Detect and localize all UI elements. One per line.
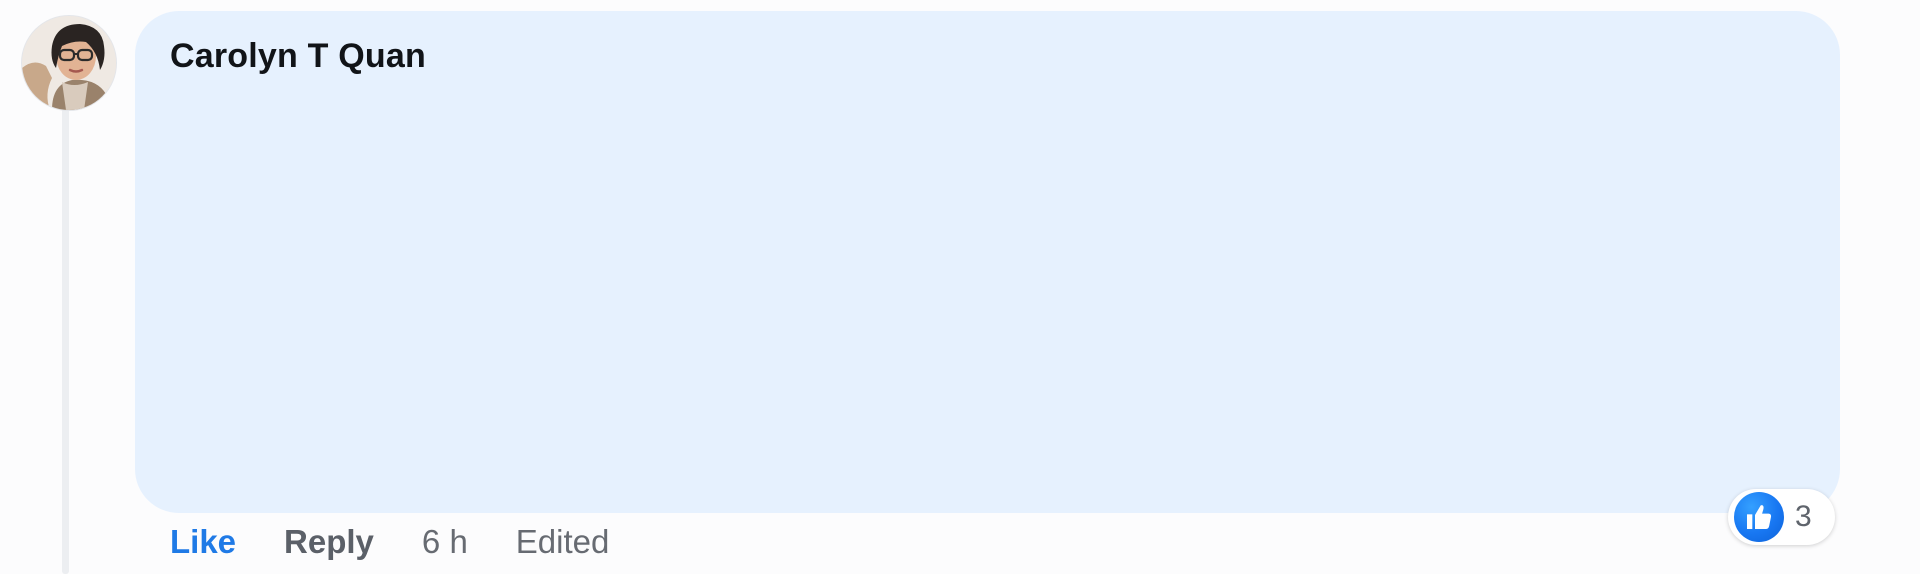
reaction-count: 3 [1795, 500, 1812, 533]
comment-timestamp[interactable]: 6 h [422, 523, 468, 561]
comment-author[interactable]: Carolyn T Quan [170, 37, 426, 76]
reply-button[interactable]: Reply [284, 523, 374, 561]
comment-actions: Like Reply 6 h Edited [170, 520, 609, 564]
like-button[interactable]: Like [170, 523, 236, 561]
edited-label[interactable]: Edited [516, 523, 610, 561]
comment-bubble: Carolyn T Quan [135, 11, 1840, 513]
avatar[interactable] [22, 16, 116, 110]
thumbs-up-icon [1734, 492, 1784, 542]
reaction-summary[interactable]: 3 [1728, 489, 1835, 545]
thread-line [62, 108, 69, 574]
avatar-photo [22, 16, 116, 110]
